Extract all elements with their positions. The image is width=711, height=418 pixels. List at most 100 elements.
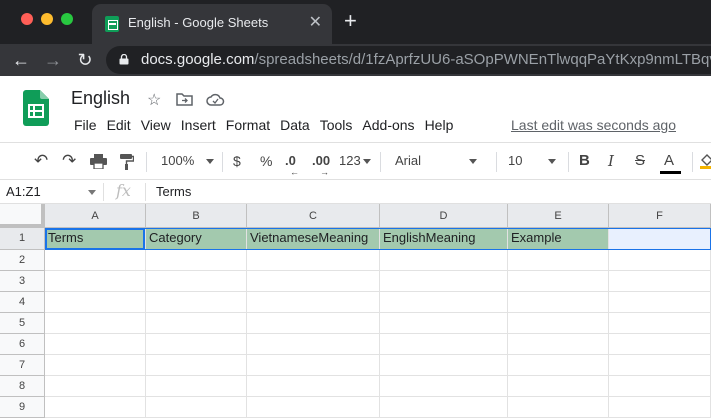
undo-icon[interactable]: ↶	[34, 152, 48, 170]
cell-e4[interactable]	[508, 292, 609, 313]
cell-f5[interactable]	[609, 313, 711, 334]
last-edit-link[interactable]: Last edit was seconds ago	[511, 117, 676, 133]
menu-edit[interactable]: Edit	[102, 117, 136, 133]
row-header-4[interactable]: 4	[0, 292, 45, 313]
cell-b6[interactable]	[146, 334, 247, 355]
font-family-select[interactable]: Arial	[395, 152, 478, 170]
cell-d2[interactable]	[380, 250, 508, 271]
cell-a6[interactable]	[45, 334, 146, 355]
cell-b8[interactable]	[146, 376, 247, 397]
currency-format-button[interactable]: $	[233, 152, 241, 170]
cell-e6[interactable]	[508, 334, 609, 355]
column-header-d[interactable]: D	[380, 204, 508, 228]
cell-b7[interactable]	[146, 355, 247, 376]
text-color-button[interactable]: A	[664, 152, 674, 170]
cell-f2[interactable]	[609, 250, 711, 271]
menu-add-ons[interactable]: Add-ons	[357, 117, 419, 133]
cell-e3[interactable]	[508, 271, 609, 292]
cell-c9[interactable]	[247, 397, 380, 418]
print-icon[interactable]	[90, 154, 107, 169]
new-tab-button[interactable]: +	[344, 10, 357, 32]
menu-data[interactable]: Data	[275, 117, 315, 133]
cell-c2[interactable]	[247, 250, 380, 271]
cell-f7[interactable]	[609, 355, 711, 376]
zoom-select[interactable]: 100%	[161, 152, 215, 170]
cell-e8[interactable]	[508, 376, 609, 397]
menu-format[interactable]: Format	[221, 117, 275, 133]
menu-file[interactable]: File	[69, 117, 102, 133]
cell-a4[interactable]	[45, 292, 146, 313]
cell-e2[interactable]	[508, 250, 609, 271]
column-header-c[interactable]: C	[247, 204, 380, 228]
cell-d6[interactable]	[380, 334, 508, 355]
tab-close-icon[interactable]: ✕	[309, 13, 322, 33]
cell-b2[interactable]	[146, 250, 247, 271]
column-header-b[interactable]: B	[146, 204, 247, 228]
maximize-window-button[interactable]	[61, 13, 73, 25]
forward-arrow-icon[interactable]: →	[41, 48, 65, 72]
cell-a9[interactable]	[45, 397, 146, 418]
browser-tab[interactable]: English - Google Sheets ✕	[92, 4, 332, 44]
column-header-e[interactable]: E	[508, 204, 609, 228]
cell-f9[interactable]	[609, 397, 711, 418]
close-window-button[interactable]	[21, 13, 33, 25]
percent-format-button[interactable]: %	[260, 152, 272, 170]
cell-d9[interactable]	[380, 397, 508, 418]
column-header-f[interactable]: F	[609, 204, 711, 228]
cell-c6[interactable]	[247, 334, 380, 355]
cell-a3[interactable]	[45, 271, 146, 292]
cell-c3[interactable]	[247, 271, 380, 292]
more-formats-button[interactable]: 123	[339, 152, 371, 170]
row-header-9[interactable]: 9	[0, 397, 45, 418]
minimize-window-button[interactable]	[41, 13, 53, 25]
cell-c7[interactable]	[247, 355, 380, 376]
reload-icon[interactable]: ↻	[73, 48, 97, 72]
cell-f8[interactable]	[609, 376, 711, 397]
cell-b4[interactable]	[146, 292, 247, 313]
row-header-6[interactable]: 6	[0, 334, 45, 355]
bold-button[interactable]: B	[579, 152, 590, 170]
redo-icon[interactable]: ↷	[62, 152, 76, 170]
cell-b3[interactable]	[146, 271, 247, 292]
cloud-status-icon[interactable]	[206, 93, 225, 106]
move-folder-icon[interactable]	[176, 92, 193, 106]
fill-color-icon[interactable]	[700, 153, 711, 169]
cell-d5[interactable]	[380, 313, 508, 334]
cell-a8[interactable]	[45, 376, 146, 397]
row-header-1[interactable]: 1	[0, 228, 45, 250]
menu-insert[interactable]: Insert	[176, 117, 221, 133]
cell-e5[interactable]	[508, 313, 609, 334]
name-box-dropdown-icon[interactable]	[88, 190, 96, 195]
row-header-2[interactable]: 2	[0, 250, 45, 271]
back-arrow-icon[interactable]: ←	[9, 48, 33, 72]
menu-view[interactable]: View	[136, 117, 176, 133]
row-header-8[interactable]: 8	[0, 376, 45, 397]
paint-format-icon[interactable]	[120, 154, 134, 170]
cell-c8[interactable]	[247, 376, 380, 397]
star-icon[interactable]: ☆	[147, 90, 161, 110]
cell-d7[interactable]	[380, 355, 508, 376]
menu-help[interactable]: Help	[420, 117, 459, 133]
cell-f3[interactable]	[609, 271, 711, 292]
formula-input[interactable]: Terms	[156, 184, 191, 199]
cell-f6[interactable]	[609, 334, 711, 355]
strikethrough-button[interactable]: S	[635, 152, 645, 170]
cell-c5[interactable]	[247, 313, 380, 334]
cell-f4[interactable]	[609, 292, 711, 313]
select-all-corner[interactable]	[0, 204, 45, 228]
url-input[interactable]: docs.google.com/spreadsheets/d/1fzAprfzU…	[106, 46, 711, 74]
cell-a2[interactable]	[45, 250, 146, 271]
row-header-3[interactable]: 3	[0, 271, 45, 292]
row-header-7[interactable]: 7	[0, 355, 45, 376]
row-header-5[interactable]: 5	[0, 313, 45, 334]
cell-a7[interactable]	[45, 355, 146, 376]
cell-b9[interactable]	[146, 397, 247, 418]
cell-e7[interactable]	[508, 355, 609, 376]
cell-e9[interactable]	[508, 397, 609, 418]
sheets-logo-icon[interactable]	[23, 90, 49, 126]
cell-d8[interactable]	[380, 376, 508, 397]
column-header-a[interactable]: A	[45, 204, 146, 228]
cell-d3[interactable]	[380, 271, 508, 292]
italic-button[interactable]: I	[608, 152, 614, 170]
cell-c4[interactable]	[247, 292, 380, 313]
